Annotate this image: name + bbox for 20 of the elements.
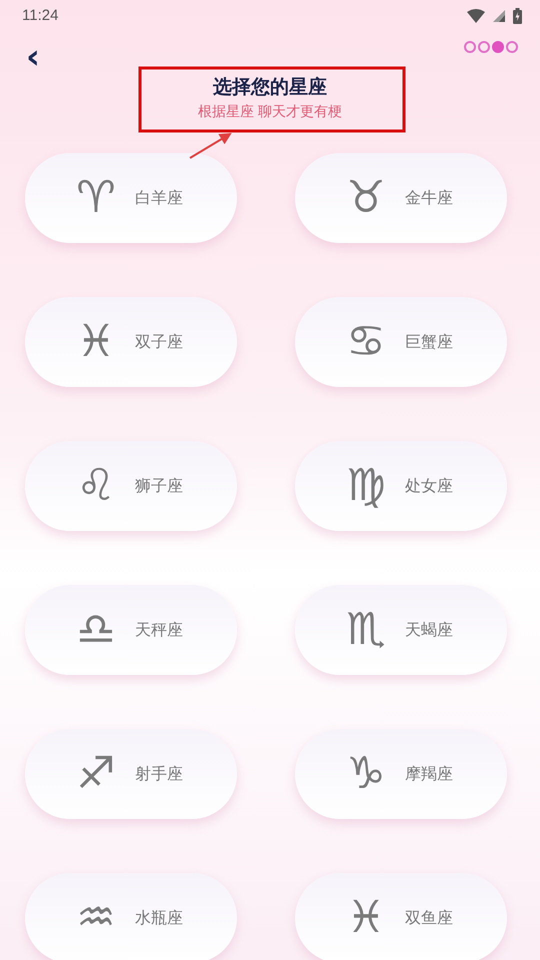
zodiac-button[interactable]: ♓ 双鱼座 [295,872,507,960]
status-time: 11:24 [22,6,58,26]
zodiac-button[interactable]: ♏ 天蝎座 [295,584,507,675]
zodiac-button[interactable]: ♋ 巨蟹座 [295,296,507,387]
zodiac-button[interactable]: ♍ 处女座 [295,440,507,531]
zodiac-button[interactable]: ♓ 双子座 [25,296,237,387]
zodiac-button[interactable]: ♎ 天秤座 [25,584,237,675]
back-button[interactable]: ‹ [22,40,44,74]
page-title: 选择您的星座 [212,76,328,99]
wifi-icon [467,9,485,23]
zodiac-button[interactable]: ♒ 水瓶座 [25,872,237,960]
zodiac-button[interactable]: ♈ 白羊座 [25,152,237,243]
page-subtitle: 根据星座 聊天才更有梗 [196,102,344,122]
annotation-arrow [189,132,232,159]
zodiac-button[interactable]: ♌ 狮子座 [25,440,237,531]
signal-icon [493,10,505,22]
zodiac-button[interactable]: ♐ 射手座 [25,728,237,819]
zodiac-button[interactable]: ♉ 金牛座 [295,152,507,243]
zodiac-button[interactable]: ♑ 摩羯座 [295,728,507,819]
battery-icon [513,8,522,24]
